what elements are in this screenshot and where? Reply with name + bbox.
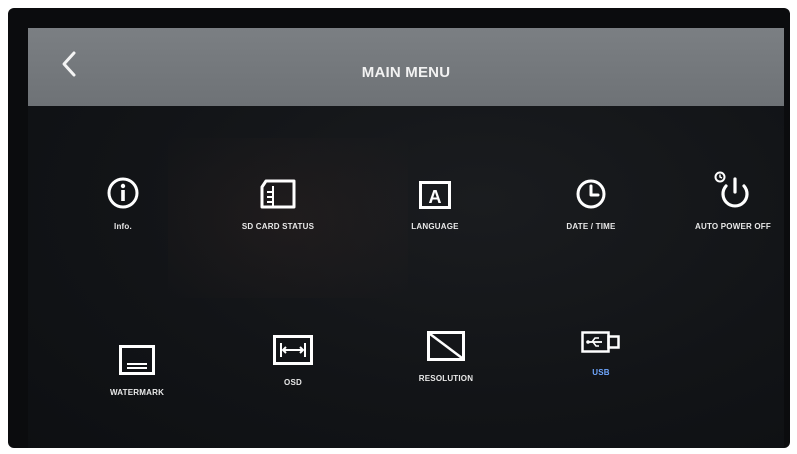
back-button[interactable]	[54, 46, 84, 82]
menu-item-label: DATE / TIME	[566, 222, 616, 231]
menu-item-language[interactable]: A LANGUAGE	[360, 166, 510, 276]
sd-card-icon	[260, 179, 296, 209]
menu-item-label: AUTO POWER OFF	[695, 222, 771, 231]
menu-item-label: RESOLUTION	[418, 374, 474, 383]
menu-item-usb[interactable]: USB	[526, 312, 676, 422]
menu-item-info[interactable]: Info.	[48, 166, 198, 276]
clock-icon	[576, 179, 606, 209]
osd-icon	[273, 335, 313, 365]
resolution-icon	[427, 331, 465, 361]
menu-item-sd-card-status[interactable]: SD CARD STATUS	[203, 166, 353, 276]
chevron-left-icon	[62, 51, 76, 77]
menu-item-label: OSD	[284, 378, 302, 387]
menu-item-auto-power-off[interactable]: AUTO POWER OFF	[658, 166, 784, 276]
menu-item-label: WATERMARK	[109, 388, 165, 397]
page-title: MAIN MENU	[361, 63, 451, 81]
menu-item-label: LANGUAGE	[411, 222, 459, 231]
watermark-icon	[119, 345, 155, 375]
language-icon: A	[419, 181, 451, 209]
menu-item-label: USB	[592, 368, 610, 377]
info-icon	[107, 177, 139, 209]
menu-header: MAIN MENU	[28, 28, 784, 106]
usb-icon	[581, 331, 620, 353]
svg-text:A: A	[429, 187, 442, 207]
menu-item-resolution[interactable]: RESOLUTION	[371, 318, 521, 428]
device-screen: MAIN MENU Info. SD CARD STATUS A LANGUAG…	[28, 28, 784, 448]
menu-item-watermark[interactable]: WATERMARK	[62, 332, 212, 442]
power-timer-icon	[714, 171, 749, 208]
menu-item-date-time[interactable]: DATE / TIME	[516, 166, 666, 276]
device-bezel: MAIN MENU Info. SD CARD STATUS A LANGUAG…	[8, 8, 790, 448]
menu-item-label: Info.	[114, 222, 132, 231]
menu-item-label: SD CARD STATUS	[241, 222, 315, 231]
menu-item-osd[interactable]: OSD	[218, 322, 368, 432]
